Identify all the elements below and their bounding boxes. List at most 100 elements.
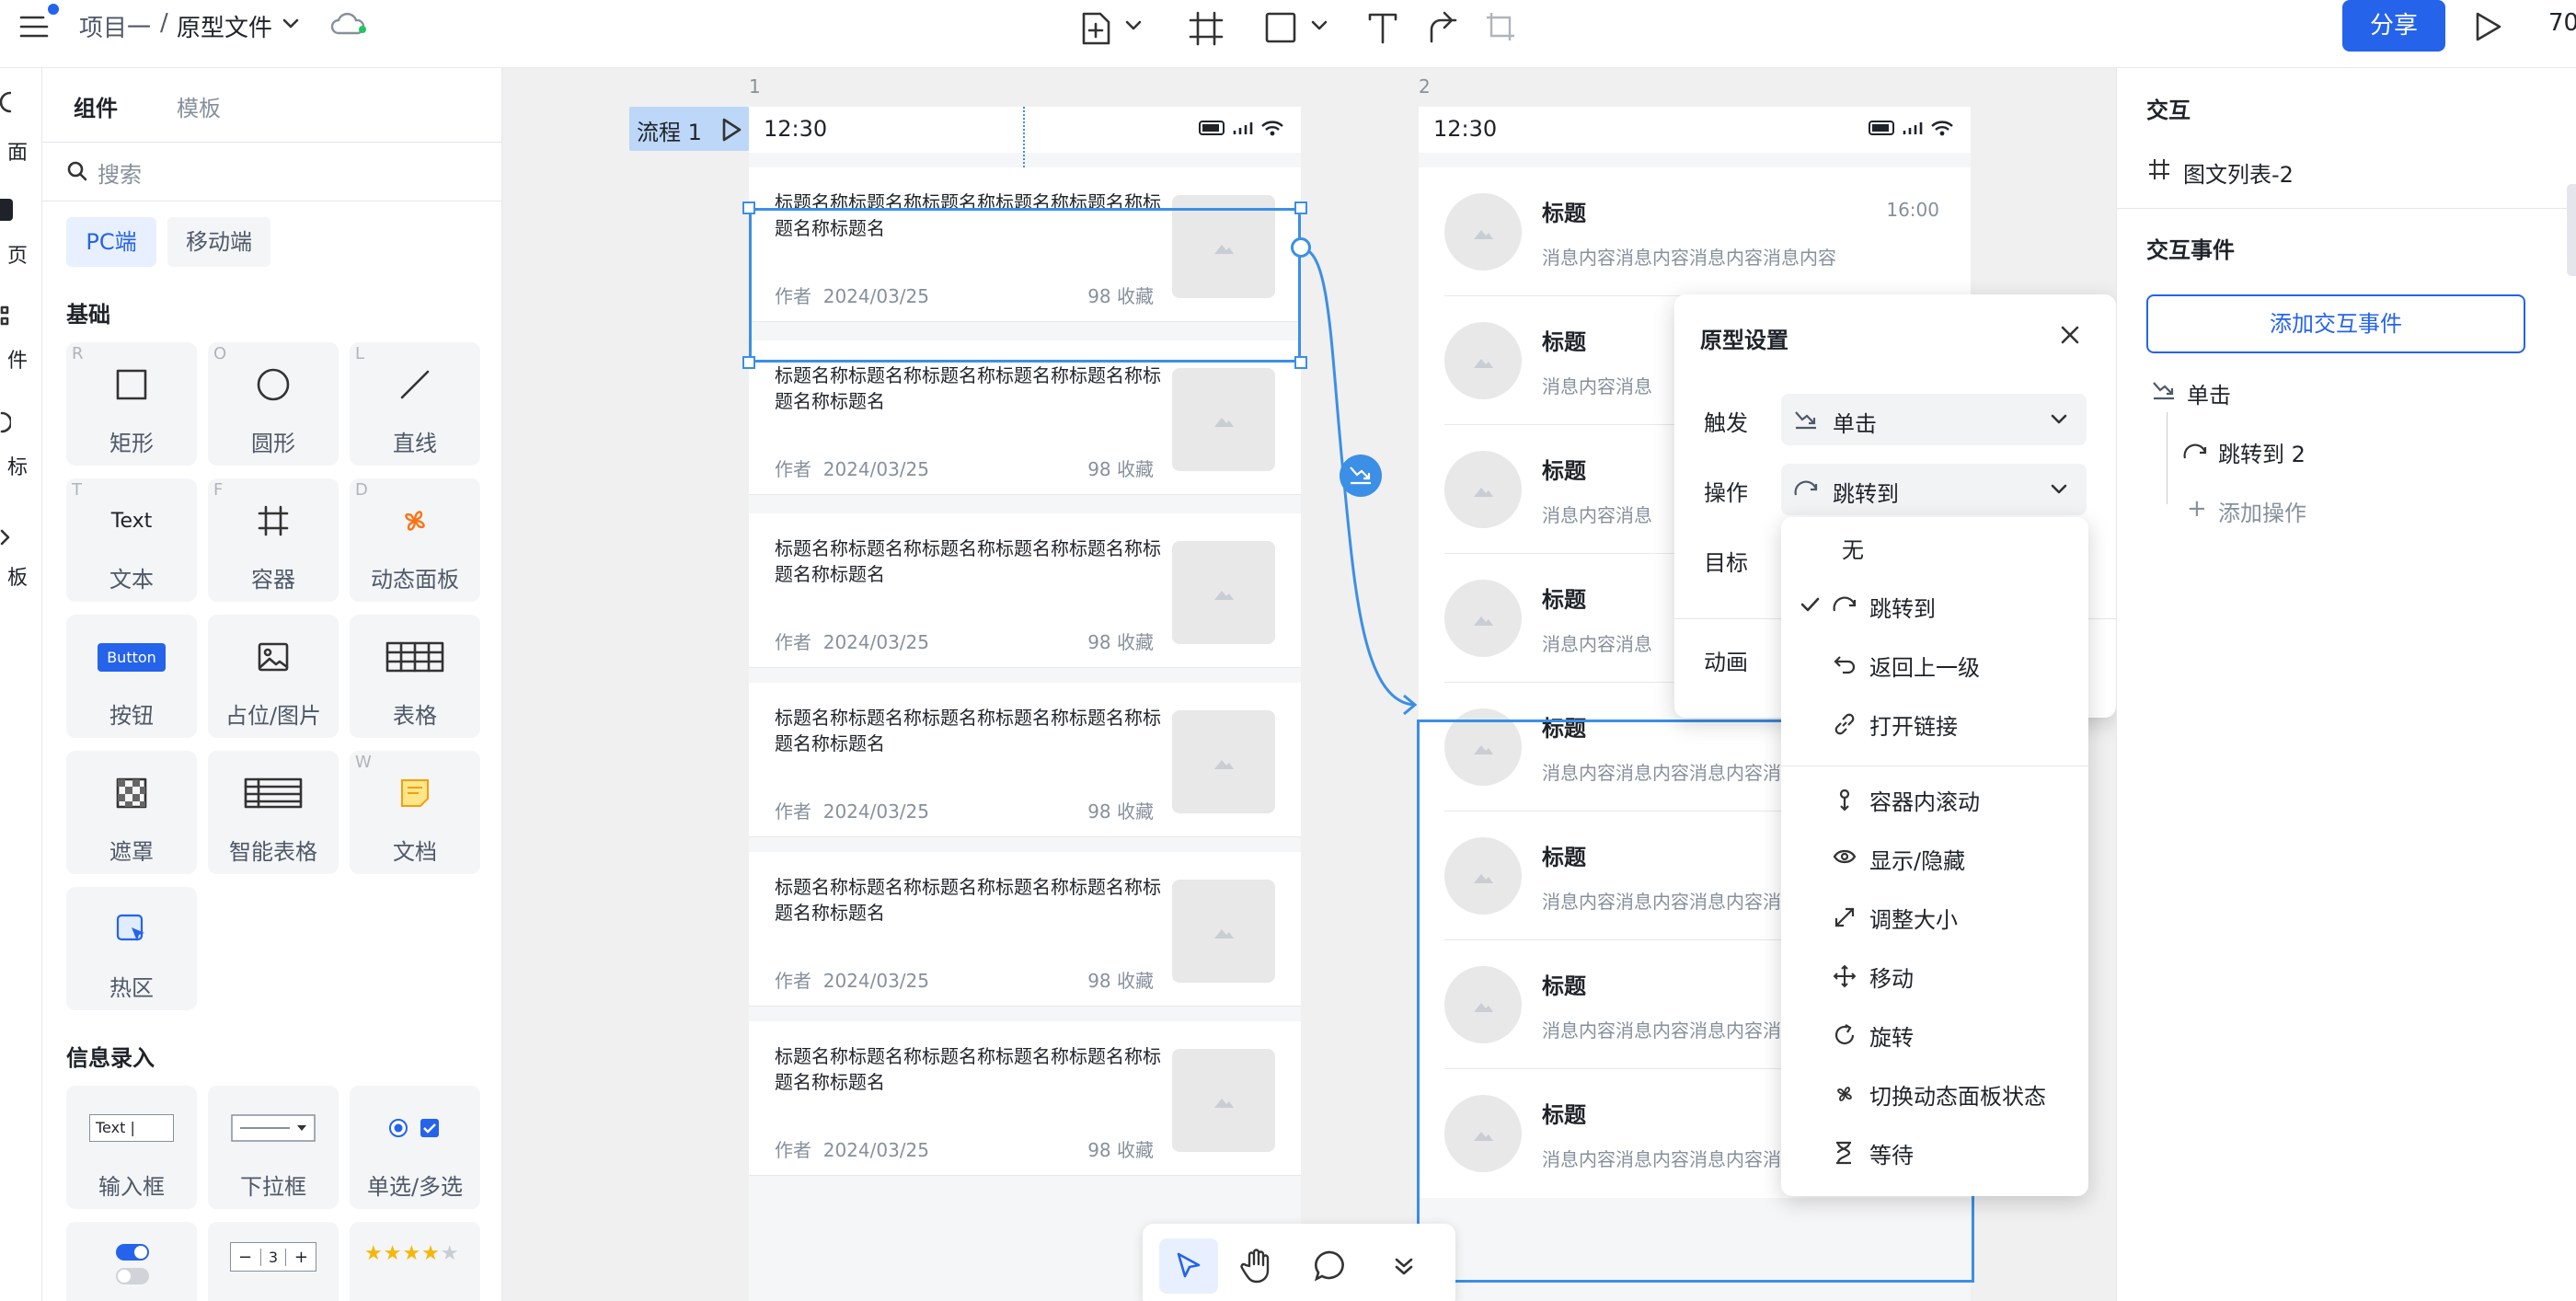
tap-icon (2152, 381, 2176, 401)
frame-tool-icon[interactable] (1189, 11, 1224, 46)
tab-templates[interactable]: 模板 (177, 90, 221, 122)
component-rating[interactable]: ★★★★★ (350, 1222, 480, 1301)
circle-icon (257, 368, 290, 401)
tap-interaction-icon[interactable] (1340, 455, 1382, 497)
select-tool-button[interactable] (1159, 1238, 1218, 1294)
menu-item-label: 容器内滚动 (1869, 789, 1980, 815)
chevron-down-icon[interactable] (1310, 18, 1328, 33)
notification-dot (48, 4, 59, 15)
hourglass-icon (1833, 1141, 1857, 1165)
close-icon[interactable] (2059, 324, 2081, 346)
component-label: 遮罩 (109, 839, 154, 865)
menu-item-scroll[interactable]: 容器内滚动 (1781, 769, 2088, 828)
document-icon (399, 777, 431, 809)
platform-pc-button[interactable]: PC端 (66, 217, 156, 267)
component-radio-checkbox[interactable]: 单选/多选 (350, 1086, 480, 1209)
share-button[interactable]: 分享 (2342, 0, 2445, 52)
image-icon (258, 641, 289, 673)
menu-item-back[interactable]: 返回上一级 (1781, 635, 2088, 694)
component-label: 文本 (109, 567, 154, 593)
top-toolbar: 项目一 / 原型文件 分享 70 (0, 0, 2576, 68)
component-image[interactable]: 占位/图片 (208, 615, 339, 738)
resize-icon (1833, 905, 1857, 929)
shape-tool-icon[interactable] (1264, 11, 1297, 44)
rail-item-icons[interactable]: 标 (0, 451, 28, 480)
menu-item-rotate[interactable]: 旋转 (1781, 1005, 2088, 1064)
pen-tool-icon[interactable] (1428, 9, 1459, 44)
menu-item-open-link[interactable]: 打开链接 (1781, 694, 2088, 753)
hand-tool-icon[interactable] (1240, 1248, 1275, 1284)
component-text[interactable]: T Text 文本 (66, 478, 197, 602)
add-event-button[interactable]: 添加交互事件 (2146, 294, 2525, 353)
menu-item-show-hide[interactable]: 显示/隐藏 (1781, 828, 2088, 887)
component-line[interactable]: L 直线 (350, 342, 480, 466)
move-icon (1833, 964, 1857, 988)
rail-item-layers[interactable]: 页 (0, 239, 28, 269)
component-input[interactable]: Text | 输入框 (66, 1086, 197, 1209)
more-chevron-icon[interactable] (1393, 1255, 1415, 1277)
menu-item-label: 返回上一级 (1869, 655, 1980, 681)
breadcrumb-project[interactable]: 项目一 (79, 9, 151, 43)
popover-title: 原型设置 (1700, 328, 1788, 353)
component-label: 智能表格 (229, 839, 317, 865)
tab-components[interactable]: 组件 (74, 90, 118, 122)
trigger-select[interactable]: 单击 (1781, 394, 2087, 445)
component-mask[interactable]: 遮罩 (66, 751, 197, 874)
menu-item-switch-state[interactable]: 切换动态面板状态 (1781, 1064, 2088, 1123)
rail-item-components[interactable]: 件 (0, 344, 28, 374)
event-trigger[interactable]: 单击 (2187, 377, 2231, 409)
cloud-sync-icon (329, 11, 370, 39)
zoom-level[interactable]: 70 (2548, 9, 2576, 37)
input-field-icon: Text | (89, 1114, 174, 1142)
add-page-icon[interactable] (1080, 11, 1111, 46)
comment-tool-icon[interactable] (1314, 1249, 1347, 1283)
component-hotspot[interactable]: 热区 (66, 887, 197, 1010)
text-tool-icon[interactable] (1367, 11, 1398, 44)
breadcrumb-separator: / (160, 9, 168, 37)
menu-item-jump[interactable]: 跳转到 (1781, 576, 2088, 635)
component-smart-table[interactable]: 智能表格 (208, 751, 339, 874)
link-icon (1833, 712, 1857, 736)
menu-item-move[interactable]: 移动 (1781, 946, 2088, 1005)
platform-mobile-button[interactable]: 移动端 (167, 217, 270, 267)
jump-icon (1833, 594, 1857, 618)
component-label: 矩形 (109, 431, 154, 456)
component-rectangle[interactable]: R 矩形 (66, 342, 197, 466)
component-label: 单选/多选 (366, 1174, 464, 1200)
plus-icon: + (293, 1247, 308, 1267)
menu-item-resize[interactable]: 调整大小 (1781, 887, 2088, 946)
play-preview-icon[interactable] (2473, 11, 2502, 42)
add-action-link[interactable]: 添加操作 (2218, 495, 2306, 527)
text-icon: Text (110, 509, 153, 533)
connector-anchor[interactable] (1291, 237, 1311, 258)
panel-title: 交互 (2146, 98, 2191, 123)
component-switch[interactable] (66, 1222, 197, 1301)
component-circle[interactable]: O 圆形 (208, 342, 339, 466)
chevron-down-icon[interactable] (282, 17, 300, 31)
component-button[interactable]: Button 按钮 (66, 615, 197, 738)
action-label: 操作 (1704, 480, 1748, 506)
check-icon (1800, 596, 1820, 613)
component-table[interactable]: 表格 (350, 615, 480, 738)
menu-icon[interactable] (18, 13, 50, 40)
component-dropdown[interactable]: 下拉框 (208, 1086, 339, 1209)
action-select[interactable]: 跳转到 (1781, 464, 2087, 515)
component-dynamic-panel[interactable]: D 动态面板 (350, 478, 480, 602)
chevron-down-icon[interactable] (1124, 18, 1143, 33)
component-container[interactable]: F 容器 (208, 478, 339, 602)
crop-tool-icon[interactable] (1485, 11, 1516, 42)
menu-item-label: 等待 (1869, 1143, 1914, 1169)
component-document[interactable]: W 文档 (350, 751, 480, 874)
menu-item-none[interactable]: 无 (1781, 517, 2088, 576)
pinwheel-icon (398, 504, 431, 537)
rail-item-templates[interactable]: 板 (0, 561, 28, 591)
quantity-stepper: − 3 + (230, 1242, 316, 1272)
event-action[interactable]: 跳转到 2 (2218, 436, 2306, 468)
component-stepper[interactable]: − 3 + (208, 1222, 339, 1301)
rail-item-pages[interactable]: 面 (0, 136, 28, 166)
file-name[interactable]: 原型文件 (177, 9, 272, 43)
search-input[interactable]: 搜索 (98, 156, 142, 189)
switch-icon (114, 1242, 151, 1288)
scrollbar[interactable] (2567, 184, 2576, 276)
menu-item-wait[interactable]: 等待 (1781, 1123, 2088, 1181)
